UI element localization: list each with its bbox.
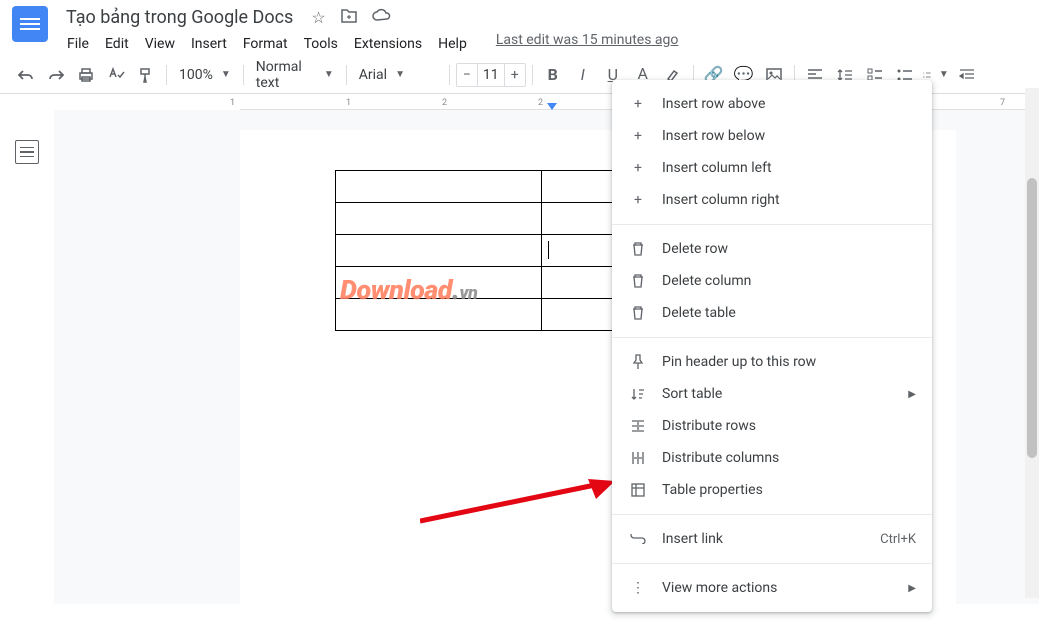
menu-view[interactable]: View <box>138 32 182 56</box>
print-button[interactable] <box>72 61 100 89</box>
outline-toggle-icon[interactable] <box>15 140 39 164</box>
menu-insert-column-right[interactable]: + Insert column right <box>612 184 932 216</box>
ruler-tick: 1 <box>346 98 351 108</box>
menu-insert-row-above[interactable]: + Insert row above <box>612 88 932 120</box>
menu-extensions[interactable]: Extensions <box>347 32 429 56</box>
italic-button[interactable]: I <box>569 61 597 89</box>
table-cell[interactable] <box>336 171 542 203</box>
table-cell[interactable] <box>336 235 542 267</box>
table-row <box>336 203 614 235</box>
ruler-tick: 7 <box>1000 98 1005 108</box>
document-title[interactable]: Tạo bảng trong Google Docs <box>60 5 299 30</box>
menu-help[interactable]: Help <box>431 32 474 56</box>
font-size-control: − 11 + <box>456 63 526 87</box>
cloud-status-icon[interactable] <box>372 8 392 27</box>
trash-icon <box>628 239 648 259</box>
table-cell[interactable] <box>542 267 614 299</box>
last-edit-link[interactable]: Last edit was 15 minutes ago <box>496 32 679 56</box>
paint-format-button[interactable] <box>132 61 160 89</box>
zoom-select[interactable]: 100%▼ <box>173 63 237 87</box>
menu-format[interactable]: Format <box>236 32 295 56</box>
svg-text:2: 2 <box>923 75 925 79</box>
plus-icon: + <box>628 158 648 178</box>
trash-icon <box>628 271 648 291</box>
paragraph-style-select[interactable]: Normal text▼ <box>250 63 340 87</box>
font-size-decrease[interactable]: − <box>457 64 477 86</box>
table-cell[interactable] <box>336 299 542 331</box>
table-cell[interactable] <box>542 171 614 203</box>
menu-pin-header[interactable]: Pin header up to this row <box>612 346 932 378</box>
table-cell-active[interactable] <box>542 235 614 267</box>
pin-icon <box>628 352 648 372</box>
menu-separator <box>612 337 932 338</box>
table-context-menu: + Insert row above + Insert row below + … <box>612 80 932 612</box>
distribute-columns-icon <box>628 448 648 468</box>
more-icon: ⋮ <box>628 578 648 598</box>
annotation-arrow-icon <box>420 477 620 527</box>
menu-delete-column[interactable]: Delete column <box>612 265 932 297</box>
table-icon <box>628 480 648 500</box>
shortcut-label: Ctrl+K <box>880 532 916 547</box>
bold-button[interactable]: B <box>539 61 567 89</box>
table-cell[interactable] <box>542 299 614 331</box>
menu-separator <box>612 563 932 564</box>
docs-logo-icon[interactable] <box>12 6 48 42</box>
star-icon[interactable]: ☆ <box>311 8 325 27</box>
font-select[interactable]: Arial▼ <box>353 63 443 87</box>
table-cell[interactable] <box>336 203 542 235</box>
menu-view-more-actions[interactable]: ⋮ View more actions ▶ <box>612 572 932 604</box>
scrollbar-thumb[interactable] <box>1027 178 1037 458</box>
menu-table-properties[interactable]: Table properties <box>612 474 932 506</box>
table-cell[interactable] <box>336 267 542 299</box>
plus-icon: + <box>628 94 648 114</box>
submenu-arrow-icon: ▶ <box>908 389 916 400</box>
menu-delete-row[interactable]: Delete row <box>612 233 932 265</box>
menu-file[interactable]: File <box>60 32 96 56</box>
app-header: Tạo bảng trong Google Docs ☆ File Edit V… <box>0 0 1039 56</box>
menu-sort-table[interactable]: Sort table ▶ <box>612 378 932 410</box>
table-cell[interactable] <box>542 203 614 235</box>
sort-icon <box>628 384 648 404</box>
decrease-indent-button[interactable] <box>953 61 981 89</box>
ruler-tick: 2 <box>538 98 543 108</box>
menu-distribute-columns[interactable]: Distribute columns <box>612 442 932 474</box>
table-row <box>336 235 614 267</box>
menu-insert-row-below[interactable]: + Insert row below <box>612 120 932 152</box>
spellcheck-button[interactable] <box>102 61 130 89</box>
menu-insert-link[interactable]: Insert link Ctrl+K <box>612 523 932 555</box>
redo-button[interactable] <box>42 61 70 89</box>
ruler-tick: 2 <box>442 98 447 108</box>
distribute-rows-icon <box>628 416 648 436</box>
table-row <box>336 267 614 299</box>
outline-panel <box>0 110 54 604</box>
menu-insert[interactable]: Insert <box>184 32 234 56</box>
font-size-input[interactable]: 11 <box>477 64 505 86</box>
plus-icon: + <box>628 126 648 146</box>
trash-icon <box>628 303 648 323</box>
menu-separator <box>612 224 932 225</box>
table-row <box>336 171 614 203</box>
submenu-arrow-icon: ▶ <box>908 583 916 594</box>
link-icon <box>628 529 648 549</box>
ruler-tick: 1 <box>230 98 235 108</box>
font-size-increase[interactable]: + <box>505 64 525 86</box>
menu-delete-table[interactable]: Delete table <box>612 297 932 329</box>
undo-button[interactable] <box>12 61 40 89</box>
vertical-scrollbar[interactable] <box>1025 88 1039 598</box>
menu-insert-column-left[interactable]: + Insert column left <box>612 152 932 184</box>
menu-distribute-rows[interactable]: Distribute rows <box>612 410 932 442</box>
menu-tools[interactable]: Tools <box>297 32 345 56</box>
move-icon[interactable] <box>340 8 358 27</box>
plus-icon: + <box>628 190 648 210</box>
document-table[interactable] <box>335 170 614 331</box>
text-cursor <box>548 241 549 259</box>
table-row <box>336 299 614 331</box>
menu-edit[interactable]: Edit <box>98 32 136 56</box>
menu-separator <box>612 514 932 515</box>
menubar: File Edit View Insert Format Tools Exten… <box>60 32 1027 56</box>
